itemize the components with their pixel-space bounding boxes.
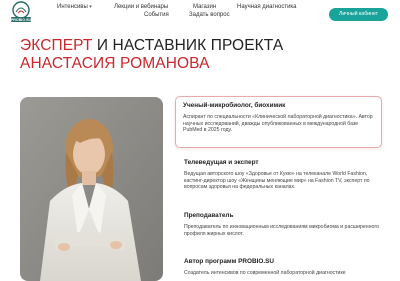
card-teacher-heading: Преподаватель [184,212,234,219]
page-title: ЭКСПЕРТ И НАСТАВНИК ПРОЕКТА АНАСТАСИЯ РО… [20,37,283,72]
card-scientist-text: Аспирант по специальности «Клинической л… [183,114,373,134]
title-expert: ЭКСПЕРТ [20,37,93,54]
card-scientist: Ученый-микробиолог, биохимик Аспирант по… [175,96,382,148]
card-tv-host: Телеведущая и эксперт Ведущая авторского… [184,159,384,191]
logo-emblem-icon: PROBIO.SU [11,1,32,22]
logo[interactable]: PROBIO.SU [7,1,35,23]
card-tv-host-text: Ведущая авторского шоу «Здоровье от Кукю… [184,171,370,191]
expert-photo [20,97,163,281]
nav-shop[interactable]: Магазин [193,4,216,11]
card-teacher-text: Преподаватель по инновационным исследова… [184,224,380,237]
site-header: PROBIO.SU Интенсивы Лекции и вебинары Со… [0,0,400,30]
personal-account-button[interactable]: Личный кабинет [329,8,388,21]
card-author: Автор программ PROBIO.SU Создатель интен… [184,258,384,277]
card-author-heading: Автор программ PROBIO.SU [184,258,274,265]
nav-lectures[interactable]: Лекции и вебинары [114,4,168,11]
card-scientist-heading: Ученый-микробиолог, биохимик [183,102,286,109]
card-tv-host-heading: Телеведущая и эксперт [184,159,259,166]
title-name: АНАСТАСИЯ РОМАНОВА [20,54,210,72]
nav-events[interactable]: События [144,12,169,19]
card-teacher: Преподаватель Преподаватель по инновацио… [184,212,384,237]
nav-intensives[interactable]: Интенсивы [57,4,92,11]
nav-ask-question[interactable]: Задать вопрос [189,12,230,19]
title-mentor: И НАСТАВНИК ПРОЕКТА [92,37,284,54]
nav-diagnostics[interactable]: Научная диагностика [237,4,297,11]
card-author-text: Создатель интенсивов по современной лабо… [184,270,346,276]
logo-text: PROBIO.SU [11,18,32,22]
